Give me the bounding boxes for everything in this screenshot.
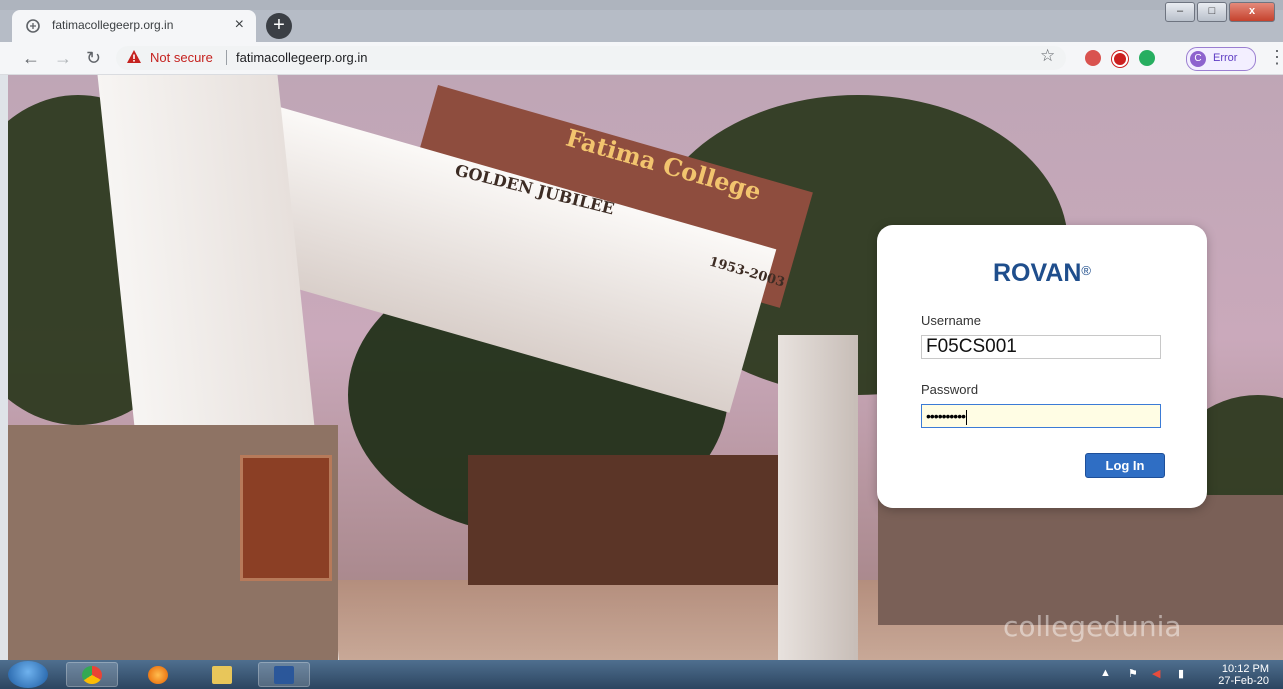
taskbar-word[interactable] — [258, 662, 310, 687]
extension-shield-icon[interactable] — [1085, 50, 1101, 66]
maximize-button[interactable]: □ — [1197, 2, 1227, 22]
show-hidden-icons[interactable]: ▲ — [1100, 667, 1111, 679]
name-plaque — [240, 455, 332, 581]
kebab-menu-icon[interactable]: ⋮ — [1268, 47, 1283, 68]
window-controls: – □ x — [1163, 2, 1275, 22]
chrome-icon — [82, 666, 102, 684]
password-value: •••••••••• — [926, 408, 966, 424]
volume-icon[interactable]: ◀ — [1152, 667, 1160, 680]
globe-icon — [26, 19, 40, 33]
collegedunia-watermark: collegedunia — [1003, 610, 1182, 643]
clock-date: 27-Feb-20 — [1218, 675, 1269, 687]
taskbar: ▲ ⚑ ◀ ▮ 10:12 PM 27-Feb-20 — [0, 660, 1283, 689]
omnibox-divider — [226, 50, 227, 65]
reload-icon[interactable]: ↻ — [86, 47, 101, 69]
text-caret — [966, 409, 968, 425]
tab-strip: fatimacollegeerp.org.in × + – □ x — [0, 0, 1283, 42]
system-clock[interactable]: 10:12 PM 27-Feb-20 — [1218, 663, 1269, 687]
username-input[interactable]: F05CS001 — [921, 335, 1161, 359]
opera-extension-icon[interactable] — [1112, 51, 1128, 67]
grammarly-extension-icon[interactable] — [1139, 50, 1155, 66]
forward-arrow-icon[interactable]: → — [54, 47, 72, 69]
start-button[interactable] — [8, 661, 48, 688]
password-label: Password — [921, 382, 979, 397]
taskbar-chrome[interactable] — [66, 662, 118, 687]
brand-logo: ROVAN® — [877, 259, 1207, 288]
profile-avatar: C — [1190, 51, 1206, 67]
arch-pillar-right — [778, 335, 858, 660]
action-center-icon[interactable]: ⚑ — [1128, 667, 1138, 680]
taskbar-firefox[interactable] — [132, 662, 184, 687]
username-label: Username — [921, 313, 981, 328]
tab-title: fatimacollegeerp.org.in — [52, 18, 174, 32]
login-card: ROVAN® Username F05CS001 Password ••••••… — [877, 225, 1207, 508]
new-tab-button[interactable]: + — [266, 13, 292, 39]
window-close-button[interactable]: x — [1229, 2, 1275, 22]
warning-icon — [127, 50, 141, 63]
profile-button[interactable]: C Error — [1186, 47, 1256, 71]
firefox-icon — [148, 666, 168, 684]
iron-gate — [468, 455, 788, 585]
omnibox[interactable]: Not secure fatimacollegeerp.org.in — [116, 46, 1066, 70]
minimize-button[interactable]: – — [1165, 2, 1195, 22]
word-icon — [274, 666, 294, 684]
password-input[interactable]: •••••••••• — [921, 404, 1161, 428]
taskbar-file-explorer[interactable] — [196, 662, 248, 687]
not-secure-label[interactable]: Not secure — [150, 50, 213, 65]
url-text[interactable]: fatimacollegeerp.org.in — [236, 50, 368, 65]
back-arrow-icon[interactable]: ← — [22, 47, 40, 69]
file-explorer-icon — [212, 666, 232, 684]
clock-time: 10:12 PM — [1221, 663, 1269, 675]
network-signal-icon[interactable]: ▮ — [1178, 667, 1184, 680]
wall-right — [878, 495, 1283, 625]
registered-mark: ® — [1081, 263, 1092, 278]
bookmark-star-icon[interactable]: ☆ — [1040, 46, 1055, 66]
profile-error-label: Error — [1213, 52, 1238, 64]
brand-name: ROVAN — [992, 259, 1082, 287]
login-button[interactable]: Log In — [1085, 453, 1165, 478]
browser-tab[interactable]: fatimacollegeerp.org.in × — [12, 10, 256, 42]
tab-close-icon[interactable]: × — [235, 16, 244, 34]
address-toolbar: ← → ↻ Not secure fatimacollegeerp.org.in… — [0, 42, 1283, 75]
